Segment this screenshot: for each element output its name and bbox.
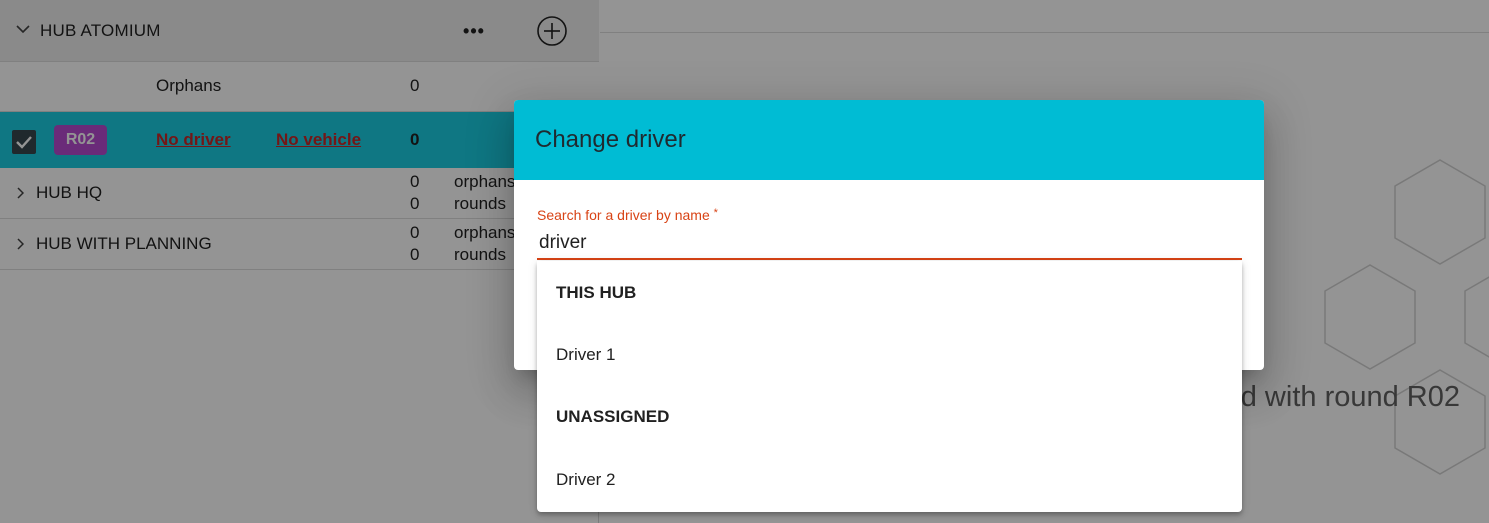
app-window: HUB ATOMIUM ••• Orphans 0 R02 No driver …	[0, 0, 1489, 523]
search-driver-input[interactable]	[537, 228, 1242, 260]
driver-option[interactable]: Driver 2	[537, 456, 1242, 504]
group-label-unassigned: UNASSIGNED	[556, 407, 670, 426]
driver-autocomplete-panel: THIS HUB Driver 1 UNASSIGNED Driver 2	[537, 261, 1242, 512]
search-driver-label-text: Search for a driver by name	[537, 207, 710, 223]
driver-option[interactable]: Driver 1	[537, 331, 1242, 379]
search-driver-label: Search for a driver by name *	[537, 207, 718, 223]
required-marker: *	[713, 207, 718, 219]
dialog-title: Change driver	[535, 126, 686, 153]
group-label-this-hub: THIS HUB	[556, 283, 637, 302]
dialog-header: Change driver	[514, 100, 1264, 180]
